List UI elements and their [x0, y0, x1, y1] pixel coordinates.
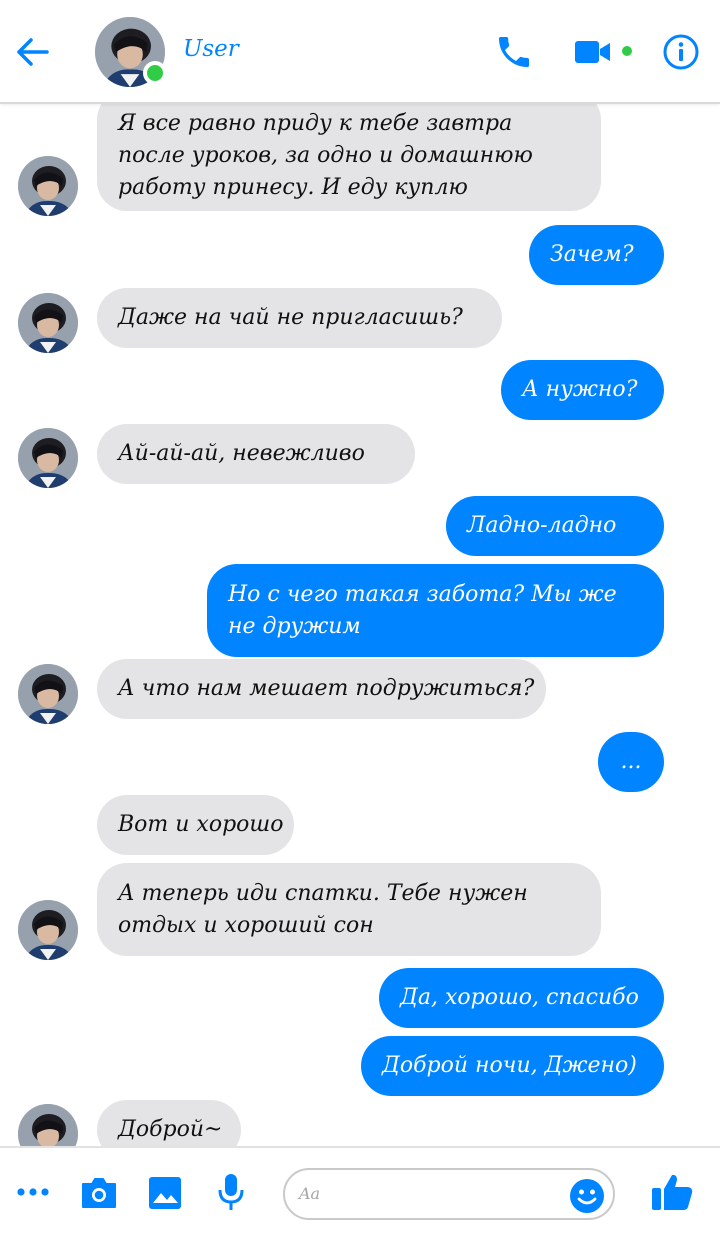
message-text: Зачем?: [550, 242, 634, 267]
video-status-dot: [622, 46, 632, 56]
message-bubble-outgoing[interactable]: ...: [598, 732, 664, 792]
message-list[interactable]: Я все равно приду к тебе завтра после ур…: [0, 0, 720, 1236]
message-text: А нужно?: [522, 377, 638, 402]
message-text: Но с чего такая забота? Мы же не дружим: [228, 581, 617, 639]
message-bubble-incoming[interactable]: А что нам мешает подружиться?: [97, 659, 546, 719]
message-bubble-outgoing[interactable]: Зачем?: [529, 225, 664, 285]
message-text: А что нам мешает подружиться?: [118, 676, 535, 701]
message-input-placeholder: Aa: [299, 1184, 321, 1203]
online-status-dot: [143, 61, 167, 85]
message-bubble-incoming[interactable]: Вот и хорошо: [97, 795, 294, 855]
contact-avatar[interactable]: [18, 293, 78, 353]
back-arrow-icon[interactable]: [12, 34, 52, 70]
chat-header: User: [0, 0, 720, 104]
more-icon[interactable]: [16, 1184, 50, 1200]
message-text: Доброй ночи, Джено): [382, 1053, 637, 1078]
message-bubble-outgoing[interactable]: Ладно-ладно: [446, 496, 664, 556]
message-text: Да, хорошо, спасибо: [400, 985, 639, 1010]
like-icon[interactable]: [650, 1172, 694, 1212]
message-bubble-outgoing[interactable]: Да, хорошо, спасибо: [379, 968, 664, 1028]
contact-avatar[interactable]: [18, 428, 78, 488]
message-text: Ладно-ладно: [467, 513, 617, 538]
contact-avatar[interactable]: [18, 900, 78, 960]
microphone-icon[interactable]: [216, 1172, 246, 1212]
camera-icon[interactable]: [80, 1176, 118, 1210]
phone-icon[interactable]: [494, 32, 534, 72]
message-bubble-outgoing[interactable]: Доброй ночи, Джено): [361, 1036, 664, 1096]
emoji-icon[interactable]: [569, 1178, 605, 1214]
composer-bar: Aa: [0, 1146, 720, 1236]
contact-avatar-header[interactable]: [95, 17, 167, 87]
message-bubble-incoming[interactable]: Ай-ай-ай, невежливо: [97, 424, 415, 484]
message-text: ...: [620, 749, 642, 774]
message-text: Доброй~: [118, 1117, 223, 1142]
contact-avatar[interactable]: [18, 664, 78, 724]
message-text: А теперь иди спатки. Тебе нужен отдых и …: [118, 880, 528, 938]
message-bubble-incoming[interactable]: А теперь иди спатки. Тебе нужен отдых и …: [97, 863, 601, 956]
message-text: Даже на чай не пригласишь?: [118, 305, 463, 330]
contact-name[interactable]: User: [183, 36, 239, 62]
message-text: Ай-ай-ай, невежливо: [118, 441, 365, 466]
message-bubble-outgoing[interactable]: Но с чего такая забота? Мы же не дружим: [207, 564, 664, 657]
contact-avatar[interactable]: [18, 156, 78, 216]
video-camera-icon[interactable]: [575, 38, 611, 66]
message-bubble-incoming[interactable]: Я все равно приду к тебе завтра после ур…: [97, 90, 601, 211]
image-icon[interactable]: [148, 1176, 182, 1210]
message-bubble-outgoing[interactable]: А нужно?: [501, 360, 664, 420]
message-input[interactable]: Aa: [283, 1168, 615, 1220]
message-text: Вот и хорошо: [118, 812, 284, 837]
info-icon[interactable]: [662, 33, 700, 71]
message-text: Я все равно приду к тебе завтра после ур…: [118, 110, 533, 200]
message-bubble-incoming[interactable]: Даже на чай не пригласишь?: [97, 288, 502, 348]
